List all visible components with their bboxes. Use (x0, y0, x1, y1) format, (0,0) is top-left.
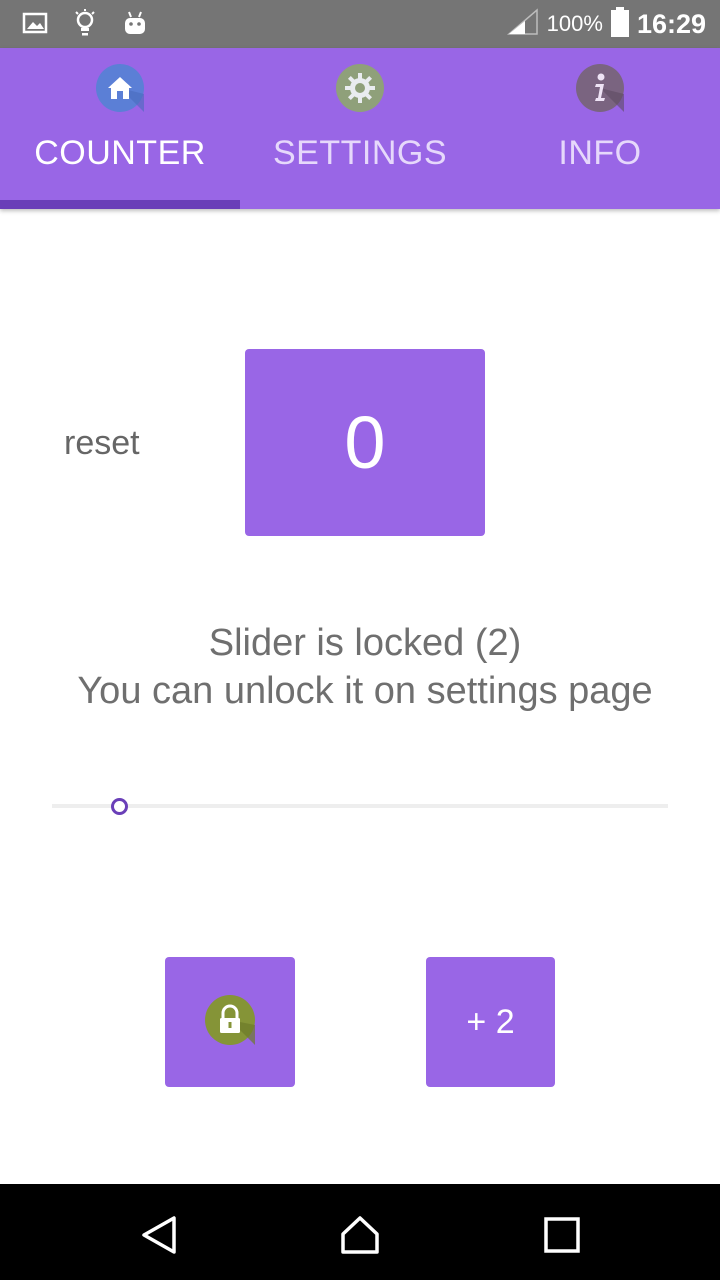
home-icon[interactable] (339, 1214, 381, 1256)
tab-label: COUNTER (34, 134, 206, 172)
slider-status-message: Slider is locked (2) (208, 622, 522, 664)
tab-label: INFO (558, 134, 642, 172)
gallery-icon (22, 11, 48, 40)
increment-label: + 2 (466, 1002, 515, 1041)
increment-button[interactable]: + 2 (426, 957, 555, 1087)
tab-label: SETTINGS (272, 134, 448, 172)
tab-bar: COUNTER SETTINGS INFO (0, 48, 720, 209)
tab-info[interactable]: INFO (480, 48, 720, 209)
status-bar-notifications (22, 8, 148, 43)
tab-counter[interactable]: COUNTER (0, 48, 240, 209)
home-icon (96, 64, 144, 112)
clock: 16:29 (636, 8, 706, 39)
tab-settings[interactable]: SETTINGS (240, 48, 480, 209)
battery-icon (610, 6, 629, 42)
signal-icon (506, 7, 539, 41)
counter-display[interactable]: 0 (245, 349, 485, 536)
counter-value: 0 (344, 401, 386, 484)
navigation-bar (0, 1184, 720, 1280)
recents-icon[interactable] (541, 1214, 583, 1256)
status-bar-system: 100% 16:29 (506, 0, 706, 48)
slider-thumb[interactable] (111, 798, 128, 815)
slider-unlock-hint: You can unlock it on settings page (77, 670, 653, 712)
back-icon[interactable] (138, 1214, 180, 1256)
lock-button[interactable] (165, 957, 295, 1087)
reset-button[interactable]: reset (64, 424, 140, 463)
android-icon (122, 10, 148, 41)
gear-icon (336, 64, 384, 112)
status-bar: 100% 16:29 (0, 0, 720, 48)
app-screen: 100% 16:29 COUNTER SETTINGS INFO reset 0… (0, 0, 720, 1280)
slider-track[interactable] (52, 804, 668, 808)
tab-indicator (0, 200, 240, 209)
info-icon (576, 64, 624, 112)
lock-icon (205, 994, 255, 1050)
battery-percent: 100% (546, 11, 603, 36)
lightbulb-icon (74, 8, 96, 43)
